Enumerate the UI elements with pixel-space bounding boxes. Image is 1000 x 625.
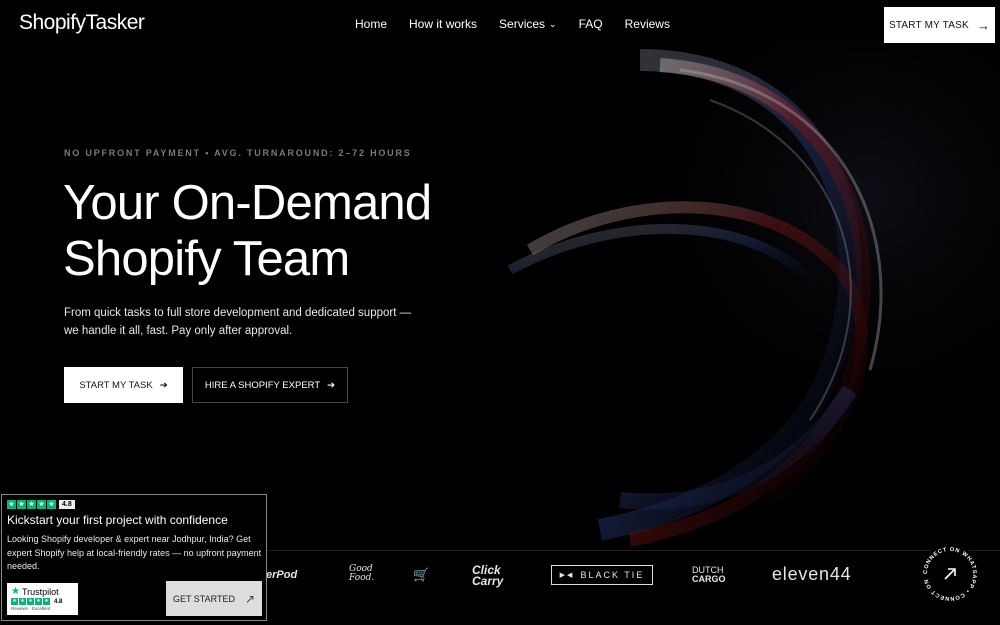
- nav-services-label: Services: [499, 17, 546, 31]
- trustpilot-star-icon: ★: [11, 586, 20, 597]
- star-icon: ★: [19, 598, 26, 605]
- trustpilot-rating-row: ★ ★ ★ ★ ★ 4.8: [7, 500, 75, 509]
- brand-logo-pod: erPod: [266, 569, 298, 581]
- brand-logo-click-carry: Click Carry: [472, 564, 504, 588]
- secondary-cta-label: HIRE A SHOPIFY EXPERT: [204, 379, 321, 391]
- brand-click-line2: Carry: [472, 574, 504, 588]
- brand-logo-dutch-cargo: DUTCH CARGO: [692, 566, 726, 584]
- promo-popup: ★ ★ ★ ★ ★ 4.8 Kickstart your first proje…: [1, 494, 267, 621]
- chevron-down-icon: ⌄: [549, 18, 557, 29]
- popup-body: Looking Shopify developer & expert near …: [7, 534, 262, 571]
- nav-services[interactable]: Services ⌄: [499, 17, 557, 31]
- hire-shopify-expert-button[interactable]: HIRE A SHOPIFY EXPERT ➔: [192, 367, 348, 403]
- nav-home[interactable]: Home: [355, 17, 387, 31]
- nav-how-it-works-label: How it works: [409, 17, 478, 31]
- arrow-up-right-icon: ↗: [244, 591, 256, 606]
- hero-abstract-swirl: [470, 40, 1000, 560]
- brand-logo-black-tie: ▶◀ BLACK TIE: [551, 565, 653, 585]
- star-icon: ★: [17, 500, 26, 509]
- arrow-right-icon: ➔: [159, 379, 168, 391]
- star-icon: ★: [35, 598, 42, 605]
- hero-headline-line2: Shopify Team: [63, 232, 350, 286]
- main-nav: Home How it works Services ⌄ FAQ Reviews: [355, 17, 692, 31]
- arrow-right-icon: ➔: [327, 379, 336, 391]
- star-icon: ★: [11, 598, 18, 605]
- cart-logo-icon: 🛒: [413, 567, 430, 582]
- hero-subtext: From quick tasks to full store developme…: [64, 307, 412, 337]
- nav-faq[interactable]: FAQ: [579, 17, 603, 31]
- star-icon: ★: [7, 500, 16, 509]
- trustpilot-subtext: Reviews · Excellent: [11, 606, 51, 611]
- nav-faq-label: FAQ: [578, 17, 603, 31]
- hero-headline-line1: Your On-Demand: [63, 176, 432, 230]
- hero-eyebrow: NO UPFRONT PAYMENT • AVG. TURNAROUND: 2–…: [64, 148, 412, 158]
- rating-value: 4.8: [59, 500, 75, 509]
- trustpilot-label: Trustpilot: [21, 586, 59, 597]
- header-start-task-button[interactable]: START MY TASK →: [884, 7, 995, 43]
- nav-home-label: Home: [355, 17, 388, 31]
- arrow-right-icon: →: [976, 17, 991, 33]
- start-my-task-button[interactable]: START MY TASK ➔: [64, 367, 183, 403]
- get-started-label: GET STARTED: [172, 593, 235, 604]
- whatsapp-connect-badge[interactable]: CONNECT ON WHATSAPP • CONNECT ON WHATSAP…: [919, 543, 981, 605]
- star-icon: ★: [43, 598, 50, 605]
- brand-good-food-line2: Food.: [349, 573, 375, 583]
- nav-reviews[interactable]: Reviews: [625, 17, 670, 31]
- header-cta-label: START MY TASK: [888, 19, 969, 31]
- trustpilot-mini-stars: ★ ★ ★ ★ ★ 4.8: [11, 598, 74, 605]
- star-icon: ★: [47, 500, 56, 509]
- trustpilot-badge[interactable]: ★ Trustpilot ★ ★ ★ ★ ★ 4.8 Reviews · Exc…: [7, 583, 78, 615]
- site-logo[interactable]: ShopifyTasker: [19, 11, 145, 35]
- popup-title: Kickstart your first project with confid…: [7, 513, 228, 527]
- star-icon: ★: [27, 500, 36, 509]
- brand-black-tie-text: BLACK TIE: [580, 570, 645, 580]
- get-started-button[interactable]: GET STARTED ↗: [166, 581, 262, 616]
- brand-logo-good-food: Good Food.: [349, 565, 374, 583]
- primary-cta-label: START MY TASK: [79, 379, 153, 391]
- bow-tie-icon: ▶◀: [559, 572, 575, 579]
- star-icon: ★: [27, 598, 34, 605]
- rating-stars: ★ ★ ★ ★ ★: [7, 500, 56, 509]
- trustpilot-score: 4.8: [54, 598, 63, 605]
- brand-dutch-line2: CARGO: [692, 574, 726, 584]
- trustpilot-brand: ★ Trustpilot: [11, 586, 74, 597]
- star-icon: ★: [37, 500, 46, 509]
- nav-how-it-works[interactable]: How it works: [409, 17, 477, 31]
- hero-headline: Your On-Demand Shopify Team: [63, 175, 523, 287]
- brand-logo-eleven44: eleven44: [772, 564, 852, 584]
- nav-reviews-label: Reviews: [624, 17, 670, 31]
